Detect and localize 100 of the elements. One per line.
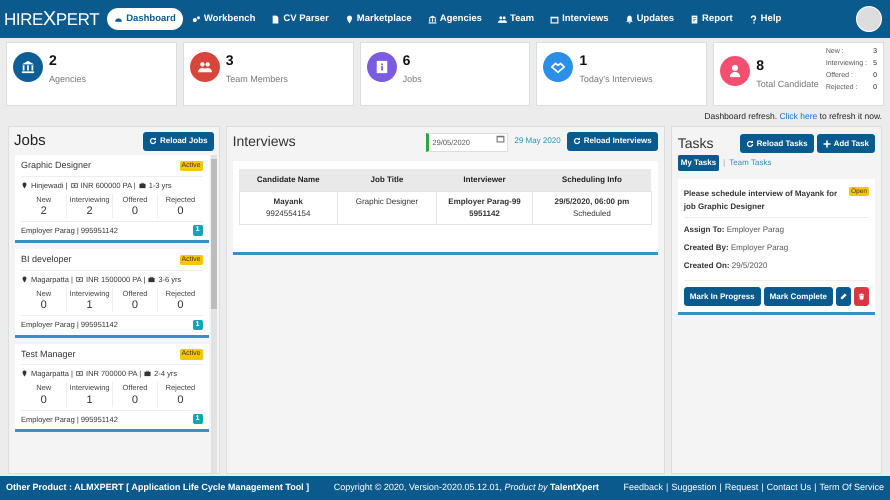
refresh-icon bbox=[746, 140, 754, 148]
task-action-button[interactable]: Mark In Progress bbox=[684, 287, 761, 306]
stat-label: Jobs bbox=[402, 73, 422, 86]
banknote-icon bbox=[76, 370, 83, 378]
stat-label: Team Members bbox=[226, 73, 288, 86]
count-value: 0 bbox=[177, 205, 184, 218]
count-value: 0 bbox=[40, 299, 47, 312]
briefcase-icon bbox=[144, 370, 152, 378]
logo: HIREXPERT bbox=[4, 7, 100, 32]
delete-button[interactable] bbox=[854, 287, 869, 306]
footer-link[interactable]: Feedback bbox=[623, 481, 663, 495]
panel-title: Jobs bbox=[14, 130, 46, 151]
date-label: 29 May 2020 bbox=[514, 135, 561, 147]
add-task-button[interactable]: Add Task bbox=[816, 134, 875, 153]
map-pin-icon bbox=[21, 370, 28, 378]
briefcase-icon bbox=[148, 276, 156, 283]
person-icon bbox=[728, 64, 742, 78]
avatar[interactable] bbox=[856, 6, 882, 32]
count-value: 2 bbox=[40, 205, 47, 218]
briefcase-icon bbox=[138, 182, 146, 189]
footer-link[interactable]: Request bbox=[724, 481, 758, 495]
nav-item[interactable]: Report bbox=[683, 8, 740, 30]
trash-icon bbox=[858, 293, 865, 300]
nav-item[interactable]: CV Parser bbox=[264, 8, 336, 30]
count-value: 2 bbox=[86, 205, 93, 218]
bell-icon bbox=[624, 14, 634, 24]
task-text: Please schedule interview of Mayank for job Graphic Designer bbox=[684, 188, 838, 213]
table-cell: Employer Parag-99 5951142 bbox=[436, 192, 532, 224]
stat-value: 1 bbox=[579, 52, 588, 68]
stat-value: 3 bbox=[226, 52, 235, 68]
refresh-link[interactable]: Click here bbox=[779, 110, 818, 121]
count-value: 0 bbox=[132, 394, 138, 406]
nav-item[interactable]: Team bbox=[490, 8, 542, 30]
reload-jobs-button[interactable]: Reload Jobs bbox=[143, 132, 214, 150]
footer-link[interactable]: Suggestion bbox=[671, 481, 716, 495]
copyright-text: Copyright © 2020, Version-2020.05.12.01, Product by TalentXpert bbox=[334, 481, 599, 494]
task-detail: Created By: Employer Parag bbox=[684, 242, 790, 254]
map-pin-icon bbox=[21, 182, 28, 189]
stat-label: Agencies bbox=[49, 73, 86, 86]
map-pin-icon bbox=[344, 14, 354, 24]
panel-title: Tasks bbox=[678, 134, 714, 153]
reload-tasks-button[interactable]: Reload Tasks bbox=[740, 134, 814, 153]
stat-label: Total Candidate bbox=[756, 78, 819, 91]
people-icon bbox=[198, 60, 212, 74]
footer-link[interactable]: Term Of Service bbox=[819, 481, 884, 495]
nav-item[interactable]: Dashboard bbox=[107, 8, 183, 30]
map-pin-icon bbox=[21, 276, 28, 283]
table-cell: Graphic Designer bbox=[337, 192, 436, 224]
banknote-icon bbox=[76, 276, 83, 283]
job-title: Test Manager bbox=[21, 348, 76, 361]
link-separator: | bbox=[666, 481, 668, 494]
link-separator: | bbox=[719, 481, 722, 494]
refresh-note: Dashboard refresh. Click here to refresh it now. bbox=[704, 110, 882, 122]
edit-button[interactable] bbox=[836, 287, 851, 306]
table-cell: 29/5/2020, 06:00 pm Scheduled bbox=[532, 192, 652, 224]
table-cell: Mayank 9924554154 bbox=[239, 192, 338, 224]
nav-item[interactable]: Agencies bbox=[420, 8, 489, 30]
column-header: Candidate Name bbox=[239, 169, 338, 192]
count-value: 0 bbox=[40, 394, 47, 406]
stat-label: Today's Interviews bbox=[579, 73, 653, 86]
link-separator: | bbox=[761, 481, 764, 494]
task-detail: Assign To: Employer Parag bbox=[684, 224, 786, 236]
job-title: BI developer bbox=[21, 253, 72, 266]
footer-link[interactable]: Contact Us bbox=[766, 481, 812, 495]
job-title: Graphic Designer bbox=[21, 159, 92, 172]
gears-icon bbox=[192, 14, 201, 24]
nav-item[interactable]: Help bbox=[742, 8, 788, 30]
column-header: Job Title bbox=[337, 169, 436, 192]
nav-item[interactable]: Marketplace bbox=[338, 8, 419, 30]
banknote-icon bbox=[70, 182, 78, 189]
info-card-icon bbox=[374, 60, 389, 74]
count-value: 0 bbox=[177, 299, 184, 312]
column-header: Scheduling Info bbox=[532, 169, 652, 192]
stat-value: 2 bbox=[49, 52, 58, 68]
scrollbar[interactable] bbox=[210, 155, 217, 473]
refresh-icon bbox=[572, 137, 581, 145]
count-value: 1 bbox=[86, 299, 93, 312]
task-detail: Created On: 29/5/2020 bbox=[684, 260, 768, 272]
bank-icon bbox=[428, 14, 437, 24]
nav-item[interactable]: Interviews bbox=[543, 8, 616, 30]
task-action-button[interactable]: Mark Complete bbox=[764, 287, 833, 306]
stat-value: 8 bbox=[756, 57, 765, 73]
refresh-icon bbox=[149, 137, 157, 145]
plus-icon bbox=[822, 140, 831, 148]
tab[interactable]: My Tasks bbox=[678, 155, 720, 171]
reload-interviews-button[interactable]: Reload Interviews bbox=[566, 132, 658, 150]
other-product-text: Other Product : ALMXPERT [ Application Life Cycle Management Tool ] bbox=[6, 481, 310, 494]
panel-title: Interviews bbox=[232, 132, 297, 150]
nav-item[interactable]: Workbench bbox=[184, 8, 262, 30]
people-icon bbox=[498, 14, 507, 24]
column-header: Interviewer bbox=[436, 169, 532, 192]
nav-item[interactable]: Updates bbox=[618, 8, 682, 30]
bank-icon bbox=[21, 60, 35, 74]
report-icon bbox=[690, 14, 700, 24]
link-separator: | bbox=[814, 481, 816, 494]
count-value: 0 bbox=[177, 394, 184, 406]
count-value: 0 bbox=[132, 299, 138, 312]
pencil-icon bbox=[840, 293, 847, 300]
count-value: 0 bbox=[132, 205, 138, 218]
count-value: 1 bbox=[86, 394, 93, 406]
